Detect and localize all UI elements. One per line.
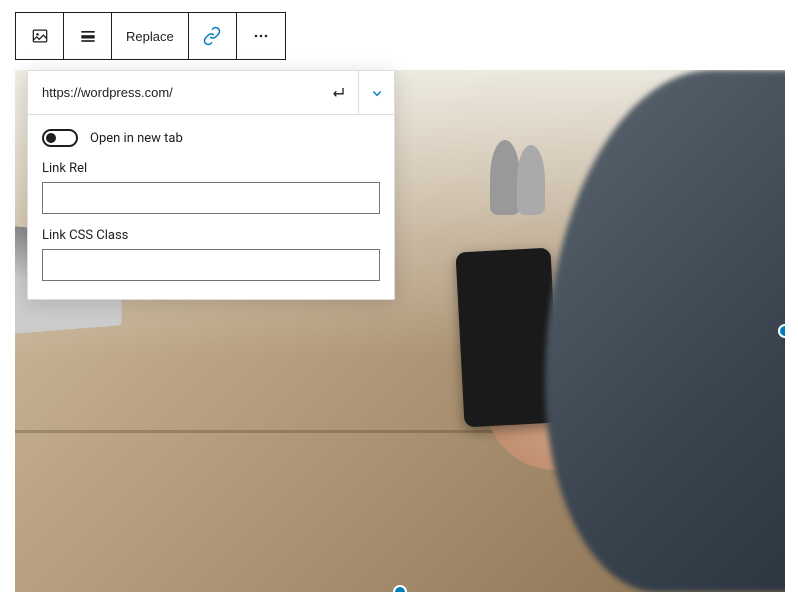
chevron-down-icon: [368, 84, 386, 102]
submit-url-button[interactable]: [318, 71, 358, 114]
url-input[interactable]: [28, 71, 318, 114]
link-css-class-field: Link CSS Class: [42, 228, 380, 281]
link-rel-input[interactable]: [42, 182, 380, 214]
more-options-button[interactable]: [237, 13, 285, 59]
link-button[interactable]: [189, 13, 237, 59]
image-content-person: [545, 70, 785, 592]
link-settings-body: Open in new tab Link Rel Link CSS Class: [28, 115, 394, 299]
link-settings-toggle[interactable]: [358, 71, 394, 114]
link-rel-field: Link Rel: [42, 161, 380, 214]
block-toolbar: Replace: [15, 12, 286, 60]
block-type-button[interactable]: [16, 13, 64, 59]
replace-button[interactable]: Replace: [112, 13, 189, 59]
link-rel-label: Link Rel: [42, 161, 380, 176]
align-button[interactable]: [64, 13, 112, 59]
image-content-shaker: [490, 140, 520, 215]
link-css-class-label: Link CSS Class: [42, 228, 380, 243]
align-icon: [78, 26, 98, 46]
resize-handle-right[interactable]: [778, 324, 785, 338]
image-icon: [30, 26, 50, 46]
toggle-knob: [46, 133, 56, 143]
enter-icon: [328, 83, 348, 103]
open-new-tab-row: Open in new tab: [42, 129, 380, 147]
link-settings-popover: Open in new tab Link Rel Link CSS Class: [27, 70, 395, 300]
image-content-phone: [455, 248, 559, 428]
url-input-row: [28, 71, 394, 115]
more-icon: [251, 26, 271, 46]
link-css-class-input[interactable]: [42, 249, 380, 281]
link-icon: [201, 25, 223, 47]
resize-handle-bottom[interactable]: [393, 585, 407, 592]
open-new-tab-label: Open in new tab: [90, 131, 183, 146]
open-new-tab-toggle[interactable]: [42, 129, 78, 147]
image-content-shaker: [517, 145, 545, 215]
